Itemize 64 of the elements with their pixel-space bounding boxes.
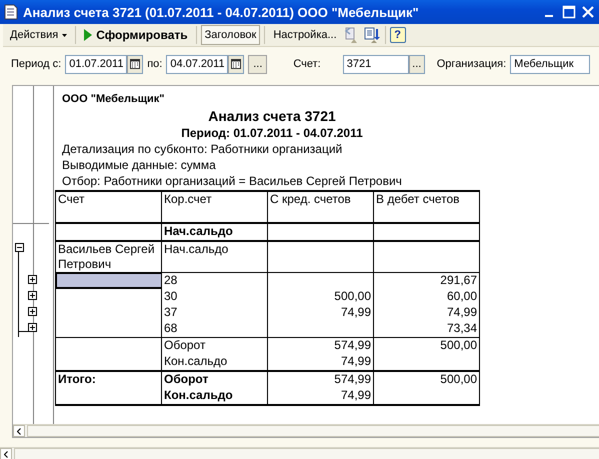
header-toggle-button[interactable]: Заголовок <box>200 25 260 45</box>
account-label: Счет: <box>293 58 321 70</box>
account-field[interactable]: 3721 <box>342 54 409 74</box>
table-cell: Нач.сальдо <box>162 223 268 241</box>
table-cell: Оборот <box>162 371 268 388</box>
table-cell: Оборот <box>162 338 268 354</box>
table-cell: 574,99 <box>268 371 374 388</box>
table-cell: Кон.сальдо <box>162 354 268 371</box>
scroll-left-button[interactable] <box>0 448 12 459</box>
organization-field[interactable]: Мебельщик <box>510 54 590 74</box>
organization-name: ООО "Мебельщик" <box>62 92 166 107</box>
table-cell: 73,34 <box>374 321 480 338</box>
table-cell: Итого: <box>56 371 162 388</box>
table-cell[interactable] <box>56 272 162 289</box>
table-cell: 74,99 <box>268 388 374 405</box>
play-icon <box>84 29 92 41</box>
table-cell: 68 <box>162 321 268 338</box>
table-cell: 500,00 <box>374 371 480 388</box>
calendar-icon[interactable] <box>130 59 140 69</box>
expand-icon[interactable] <box>28 323 37 332</box>
period-to-label: по: <box>147 58 162 70</box>
report-title: Анализ счета 3721 <box>207 107 337 125</box>
date-field[interactable]: 01.07.2011 <box>65 54 128 74</box>
column-header: Счет <box>56 191 162 223</box>
table-cell: 37 <box>162 305 268 321</box>
actions-menu[interactable]: Действия <box>6 25 72 45</box>
table-cell: 74,99 <box>374 305 480 321</box>
column-header: Кор.счет <box>162 191 268 223</box>
table-cell: 500,00 <box>374 338 480 354</box>
date-field[interactable]: 04.07.2011 <box>166 54 228 74</box>
expand-icon[interactable] <box>28 291 37 300</box>
table-cell: 574,99 <box>268 338 374 354</box>
table-cell: 500,00 <box>268 289 374 305</box>
table-cell: 291,67 <box>374 272 480 289</box>
column-header: В дебет счетов <box>374 191 480 223</box>
settings-button[interactable]: Настройка... <box>269 25 341 45</box>
report-period: Период: 01.07.2011 - 04.07.2011 <box>180 125 364 141</box>
organization-label: Организация: <box>436 58 506 70</box>
calendar-icon[interactable] <box>231 59 242 69</box>
table-cell: 74,99 <box>268 354 374 371</box>
document-icon <box>4 4 18 20</box>
select-button[interactable]: ... <box>408 54 425 74</box>
table-cell: Кон.сальдо <box>162 388 268 405</box>
expand-icon[interactable] <box>28 307 37 316</box>
period-select-button[interactable]: ... <box>248 54 268 74</box>
dropdown-arrow-icon <box>62 34 68 36</box>
scroll-left-button[interactable] <box>13 425 25 437</box>
collapse-icon[interactable] <box>15 243 24 252</box>
report-parameter: Выводимые данные: сумма <box>62 157 217 173</box>
expand-icon[interactable] <box>28 274 37 284</box>
table-cell: 60,00 <box>374 289 480 305</box>
table-cell: 28 <box>162 272 268 289</box>
help-button[interactable]: ? <box>390 27 406 43</box>
table-cell: 74,99 <box>268 305 374 321</box>
generate-button[interactable]: Сформировать <box>80 25 192 45</box>
table-cell: 30 <box>162 289 268 305</box>
report-parameter: Отбор: Работники организаций = Васильев Сергей Петрович <box>62 173 403 189</box>
close-icon[interactable] <box>581 5 595 19</box>
report-parameter: Детализация по субконто: Работники организаций <box>62 141 344 157</box>
column-header: С кред. счетов <box>268 191 374 223</box>
period-from-label: Период с: <box>11 58 62 70</box>
window-title: Анализ счета 3721 (01.07.2011 - 04.07.2011) ООО "Мебельщик" <box>23 4 420 20</box>
document-arrow-icon[interactable] <box>362 26 381 44</box>
maximize-icon[interactable] <box>562 5 576 19</box>
